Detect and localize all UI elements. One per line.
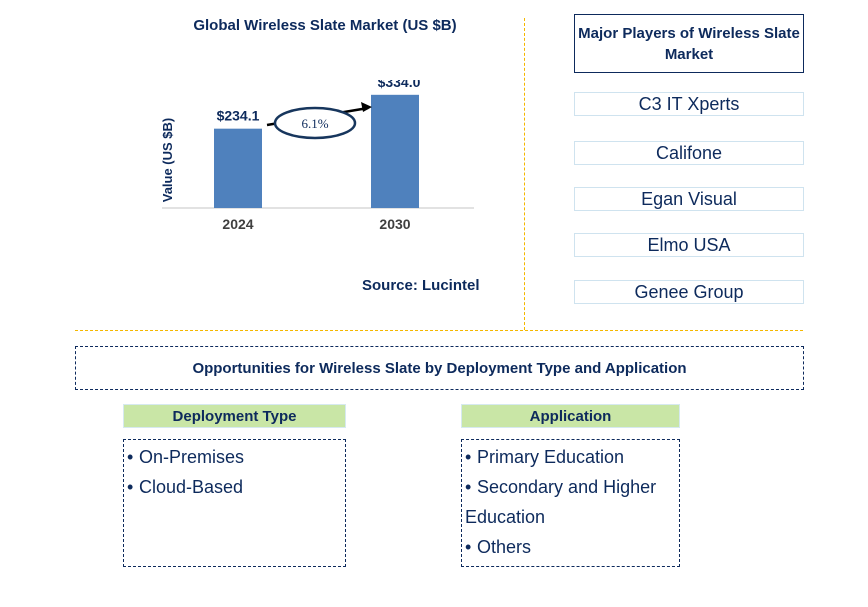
list-item: • Secondary and Higher xyxy=(462,472,679,502)
list-item: • On-Premises xyxy=(124,442,345,472)
data-label: $334.0 xyxy=(378,80,421,90)
player-item: Califone xyxy=(574,141,804,165)
bullet-icon: • xyxy=(127,447,134,467)
player-item: C3 IT Xperts xyxy=(574,92,804,116)
list-item: • Primary Education xyxy=(462,442,679,472)
y-axis-label: Value (US $B) xyxy=(160,118,175,203)
chart-title: Global Wireless Slate Market (US $B) xyxy=(193,17,457,34)
bullet-icon: • xyxy=(465,447,472,467)
bullet-icon: • xyxy=(465,537,472,557)
data-label: $234.1 xyxy=(217,108,260,124)
source-label: Source: Lucintel xyxy=(362,277,480,294)
application-header: Application xyxy=(461,404,680,428)
player-item: Elmo USA xyxy=(574,233,804,257)
player-item: Egan Visual xyxy=(574,187,804,211)
horizontal-divider xyxy=(75,330,803,331)
x-tick-label: 2030 xyxy=(379,216,410,232)
vertical-divider xyxy=(524,18,525,330)
bullet-icon: • xyxy=(465,477,472,497)
deployment-type-list: • On-Premises • Cloud-Based xyxy=(123,439,346,567)
bar-2030 xyxy=(371,94,419,208)
list-item-continuation: Education xyxy=(465,507,546,527)
bar-2024 xyxy=(214,128,262,208)
players-header: Major Players of Wireless Slate Market xyxy=(574,14,804,73)
x-tick-label: 2024 xyxy=(222,216,253,232)
cagr-annotation: 6.1% xyxy=(266,102,372,140)
application-list: • Primary Education • Secondary and Higher… xyxy=(461,439,680,567)
list-item: • Others xyxy=(462,532,679,562)
opportunities-title: Opportunities for Wireless Slate by Depl… xyxy=(75,346,804,390)
bullet-icon: • xyxy=(127,477,134,497)
bar-chart: Value (US $B) $234.1 2024 $334.0 2030 6.1% xyxy=(160,80,474,232)
arrow-head-icon xyxy=(361,102,372,112)
player-item: Genee Group xyxy=(574,280,804,304)
cagr-label: 6.1% xyxy=(301,116,328,131)
deployment-type-header: Deployment Type xyxy=(123,404,346,428)
list-item: • Cloud-Based xyxy=(124,472,345,502)
